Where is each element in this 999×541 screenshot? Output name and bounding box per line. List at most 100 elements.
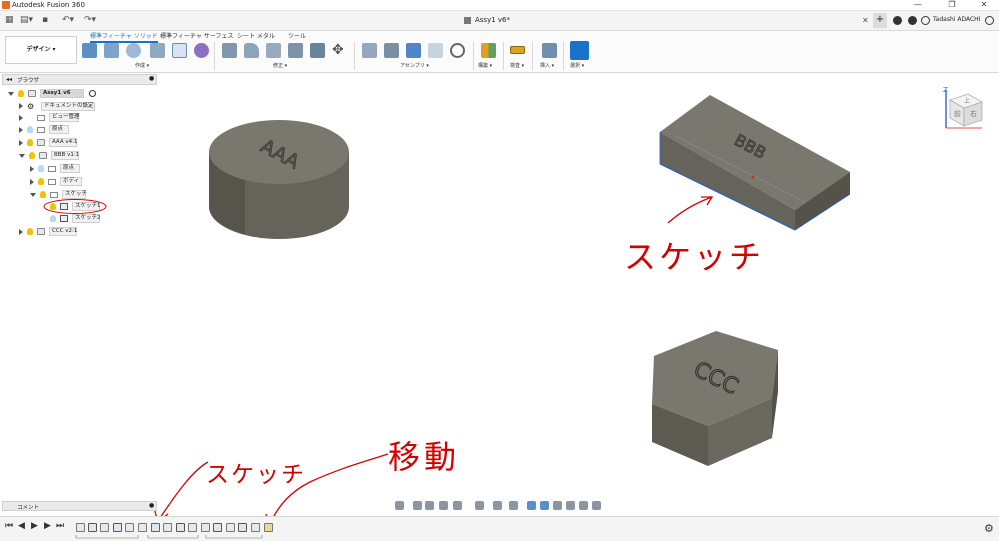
close-tab-icon[interactable]: ✕: [862, 14, 869, 27]
visibility-bulb-icon[interactable]: [18, 90, 24, 97]
job-status-icon[interactable]: [908, 16, 917, 25]
joint-icon[interactable]: [384, 43, 399, 58]
visibility-bulb-icon[interactable]: [27, 126, 33, 133]
step-forward-icon[interactable]: ▶: [44, 521, 51, 531]
timeline-feature[interactable]: [213, 523, 222, 532]
tab-sheet-metal[interactable]: シート メタル: [237, 31, 275, 40]
document-tab[interactable]: Assy1 v6*: [458, 11, 558, 30]
joint-origin-icon[interactable]: [428, 43, 443, 58]
expand-icon[interactable]: [30, 192, 36, 197]
visibility-bulb-icon[interactable]: [27, 139, 33, 146]
browser-item-named-views[interactable]: ビュー管理: [19, 113, 80, 124]
environment-icon[interactable]: [540, 501, 549, 510]
look-at-icon[interactable]: [413, 501, 422, 510]
comment-pin-icon[interactable]: ●: [149, 502, 154, 509]
expand-icon[interactable]: [19, 139, 23, 146]
group-assemble-label[interactable]: アセンブリ ▾: [400, 62, 429, 69]
timeline-feature[interactable]: [100, 523, 109, 532]
data-panel-icon[interactable]: ▦: [5, 14, 14, 27]
timeline-feature[interactable]: [188, 523, 197, 532]
timeline-feature[interactable]: [176, 523, 185, 532]
group-modify-label[interactable]: 修正 ▾: [273, 62, 287, 69]
expand-icon[interactable]: [19, 126, 23, 133]
combine-icon[interactable]: [288, 43, 303, 58]
hole-icon[interactable]: [150, 43, 165, 58]
expand-icon[interactable]: [19, 114, 23, 121]
browser-item-origin[interactable]: 原点: [19, 125, 69, 136]
browser-item-bodies[interactable]: ボディ: [30, 177, 82, 188]
browser-panel-header[interactable]: ◂◂ ブラウザ ●: [2, 74, 157, 85]
timeline-settings-gear-icon[interactable]: ⚙: [984, 522, 994, 535]
viewcube-right-label[interactable]: 右: [970, 109, 977, 118]
pattern-icon[interactable]: [172, 43, 187, 58]
group-select-label[interactable]: 選択 ▾: [570, 62, 584, 69]
visibility-bulb-icon[interactable]: [29, 152, 35, 159]
timeline-feature[interactable]: [251, 523, 260, 532]
form-icon[interactable]: [194, 43, 209, 58]
play-icon[interactable]: ▶: [31, 521, 38, 531]
zoom-icon[interactable]: [439, 501, 448, 510]
group-construct-label[interactable]: 構築 ▾: [478, 62, 492, 69]
browser-item-document-settings[interactable]: ⚙ ドキュメントの設定: [19, 101, 95, 112]
timeline-feature[interactable]: [113, 523, 122, 532]
fit-icon[interactable]: [453, 501, 462, 510]
go-to-end-icon[interactable]: ⏭: [56, 521, 64, 531]
object-visibility-icon[interactable]: [566, 501, 575, 510]
tab-surface[interactable]: 標準フィーチャ サーフェス: [160, 31, 233, 40]
file-menu-icon[interactable]: ▤▾: [20, 14, 33, 27]
browser-item-bbb-origin[interactable]: 原点: [30, 164, 80, 175]
timeline-feature[interactable]: [238, 523, 247, 532]
minimize-button[interactable]: —: [903, 0, 933, 11]
tab-solid[interactable]: 標準フィーチャ ソリッド: [90, 31, 158, 43]
insert-image-icon[interactable]: [542, 43, 557, 58]
revolve-icon[interactable]: [126, 43, 141, 58]
collapse-panel-icon[interactable]: ◂◂: [6, 76, 12, 83]
timeline-feature[interactable]: [76, 523, 85, 532]
create-sketch-icon[interactable]: [82, 43, 97, 58]
scale-icon[interactable]: [310, 43, 325, 58]
cylinder-body[interactable]: AAA: [205, 112, 353, 244]
rigid-group-icon[interactable]: [450, 43, 465, 58]
user-name[interactable]: Tadashi ADACHI: [933, 16, 980, 23]
timeline-feature[interactable]: [226, 523, 235, 532]
expand-icon[interactable]: [19, 103, 23, 109]
expand-icon[interactable]: [19, 228, 23, 235]
tab-tools[interactable]: ツール: [288, 31, 306, 40]
orbit-icon[interactable]: [395, 501, 404, 510]
viewcube-top-label[interactable]: 上: [964, 97, 970, 105]
timeline-feature[interactable]: [201, 523, 210, 532]
go-to-start-icon[interactable]: ⏮: [5, 521, 13, 531]
ground-plane-icon[interactable]: [592, 501, 601, 510]
workspace-switcher-button[interactable]: デザイン ▾: [5, 36, 77, 64]
new-tab-button[interactable]: +: [873, 13, 887, 28]
visibility-bulb-icon[interactable]: [27, 228, 33, 235]
shell-icon[interactable]: [266, 43, 281, 58]
viewcube[interactable]: Z 上 前 右: [938, 84, 988, 134]
visibility-bulb-icon[interactable]: [40, 191, 46, 198]
pan-icon[interactable]: [425, 501, 434, 510]
timeline-feature[interactable]: [88, 523, 97, 532]
display-settings-icon[interactable]: [475, 501, 484, 510]
construct-plane-icon[interactable]: [481, 43, 496, 58]
move-copy-icon[interactable]: ✥: [332, 42, 344, 58]
visual-style-icon[interactable]: [527, 501, 536, 510]
save-icon[interactable]: ▪: [42, 14, 48, 27]
extrude-icon[interactable]: [104, 43, 119, 58]
fillet-icon[interactable]: [244, 43, 259, 58]
visibility-bulb-icon[interactable]: [50, 215, 56, 222]
timeline-feature-move[interactable]: [264, 523, 273, 532]
expand-icon[interactable]: [8, 91, 14, 96]
redo-icon[interactable]: ↷▾: [84, 14, 96, 27]
as-built-joint-icon[interactable]: [406, 43, 421, 58]
camera-icon[interactable]: [579, 501, 588, 510]
browser-item-aaa[interactable]: AAA v4:1: [19, 138, 77, 149]
group-insert-label[interactable]: 挿入 ▾: [540, 62, 554, 69]
close-window-button[interactable]: ✕: [969, 0, 999, 11]
browser-pin-icon[interactable]: ●: [149, 75, 154, 82]
press-pull-icon[interactable]: [222, 43, 237, 58]
timeline-feature[interactable]: [163, 523, 172, 532]
effects-icon[interactable]: [553, 501, 562, 510]
notifications-icon[interactable]: [921, 16, 930, 25]
timeline-feature[interactable]: [125, 523, 134, 532]
expand-icon[interactable]: [30, 165, 34, 172]
